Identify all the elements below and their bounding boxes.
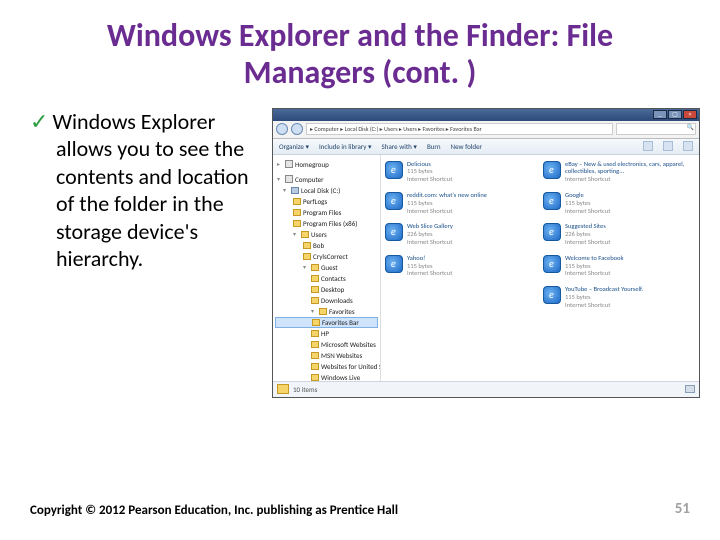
slide-title: Windows Explorer and the Finder: File Ma… — [0, 0, 720, 98]
forward-button[interactable] — [291, 123, 303, 135]
folder-icon — [311, 264, 319, 271]
computer-icon — [685, 385, 695, 393]
breadcrumb[interactable]: ▸ Computer ▸ Local Disk (C:) ▸ Users ▸ U… — [306, 123, 613, 135]
toolbar-include[interactable]: Include in library ▾ — [319, 142, 372, 151]
list-item[interactable]: Delicious115 bytesInternet Shortcut — [385, 161, 537, 184]
folder-icon — [319, 308, 327, 315]
folder-icon — [293, 209, 301, 216]
folder-icon — [293, 198, 301, 205]
page-number: 51 — [675, 500, 690, 518]
list-item[interactable]: Welcome to Facebook115 bytesInternet Sho… — [543, 255, 695, 278]
folder-icon — [311, 330, 319, 337]
file-list-col1: Delicious115 bytesInternet Shortcut reddi… — [385, 161, 537, 377]
explorer-toolbar: Organize ▾ Include in library ▾ Share wi… — [273, 139, 699, 155]
folder-icon — [311, 297, 319, 304]
disk-icon — [291, 187, 299, 194]
list-item[interactable]: Google115 bytesInternet Shortcut — [543, 192, 695, 215]
folder-icon — [301, 231, 309, 238]
file-list[interactable]: Delicious115 bytesInternet Shortcut reddi… — [381, 155, 699, 383]
list-item[interactable]: eBay – New & used electronics, cars, app… — [543, 161, 695, 184]
ie-icon — [385, 255, 403, 273]
ie-icon — [385, 192, 403, 210]
close-button[interactable]: × — [683, 110, 697, 119]
list-item[interactable]: Suggested Sites226 bytesInternet Shortcu… — [543, 223, 695, 246]
back-button[interactable] — [276, 123, 288, 135]
minimize-button[interactable]: _ — [653, 110, 667, 119]
toolbar-organize[interactable]: Organize ▾ — [279, 142, 309, 151]
ie-icon — [543, 286, 561, 304]
computer-icon — [285, 175, 293, 183]
copyright-text: Copyright © 2012 Pearson Education, Inc.… — [30, 503, 398, 518]
address-bar: ▸ Computer ▸ Local Disk (C:) ▸ Users ▸ U… — [273, 121, 699, 139]
ie-icon — [385, 223, 403, 241]
folder-icon — [311, 341, 319, 348]
folder-tree[interactable]: ▸Homegroup ▾Computer ▾Local Disk (C:) Pe… — [273, 155, 381, 383]
ie-icon — [543, 192, 561, 210]
folder-icon — [311, 374, 319, 381]
list-item[interactable]: Yahoo!115 bytesInternet Shortcut — [385, 255, 537, 278]
folder-icon — [293, 220, 301, 227]
windows-explorer-screenshot: _ ▢ × ▸ Computer ▸ Local Disk (C:) ▸ Use… — [272, 108, 700, 398]
folder-icon — [311, 363, 319, 370]
maximize-button[interactable]: ▢ — [668, 110, 682, 119]
toolbar-share[interactable]: Share with ▾ — [382, 142, 417, 151]
file-list-col2: eBay – New & used electronics, cars, app… — [543, 161, 695, 377]
window-titlebar: _ ▢ × — [273, 109, 699, 121]
bullet-point: ✓Windows Explorer allows you to see the … — [30, 108, 260, 398]
folder-icon — [311, 352, 319, 359]
search-input[interactable] — [616, 123, 696, 135]
folder-icon — [311, 286, 319, 293]
toolbar-newfolder[interactable]: New folder — [451, 142, 482, 151]
status-bar: 10 items — [273, 381, 699, 397]
check-icon: ✓ — [30, 108, 48, 135]
folder-icon — [303, 253, 311, 260]
bullet-text: Windows Explorer allows you to see the c… — [52, 108, 248, 273]
ie-icon — [543, 255, 561, 273]
folder-icon — [311, 275, 319, 282]
list-item[interactable]: reddit.com: what's new online115 bytesIn… — [385, 192, 537, 215]
ie-icon — [385, 161, 403, 179]
list-item[interactable]: YouTube – Broadcast Yourself.115 bytesIn… — [543, 286, 695, 309]
toolbar-burn[interactable]: Burn — [427, 142, 441, 151]
preview-icon[interactable] — [663, 141, 673, 151]
status-text: 10 items — [293, 385, 317, 394]
homegroup-icon — [285, 160, 293, 168]
ie-icon — [543, 223, 561, 241]
folder-icon — [277, 384, 289, 394]
tree-item-selected: Favorites Bar — [275, 317, 378, 328]
folder-icon — [303, 242, 311, 249]
ie-icon — [543, 161, 561, 179]
folder-icon — [312, 319, 320, 326]
list-item[interactable]: Web Slice Gallery226 bytesInternet Short… — [385, 223, 537, 246]
help-icon[interactable] — [683, 141, 693, 151]
view-icon[interactable] — [643, 141, 653, 151]
